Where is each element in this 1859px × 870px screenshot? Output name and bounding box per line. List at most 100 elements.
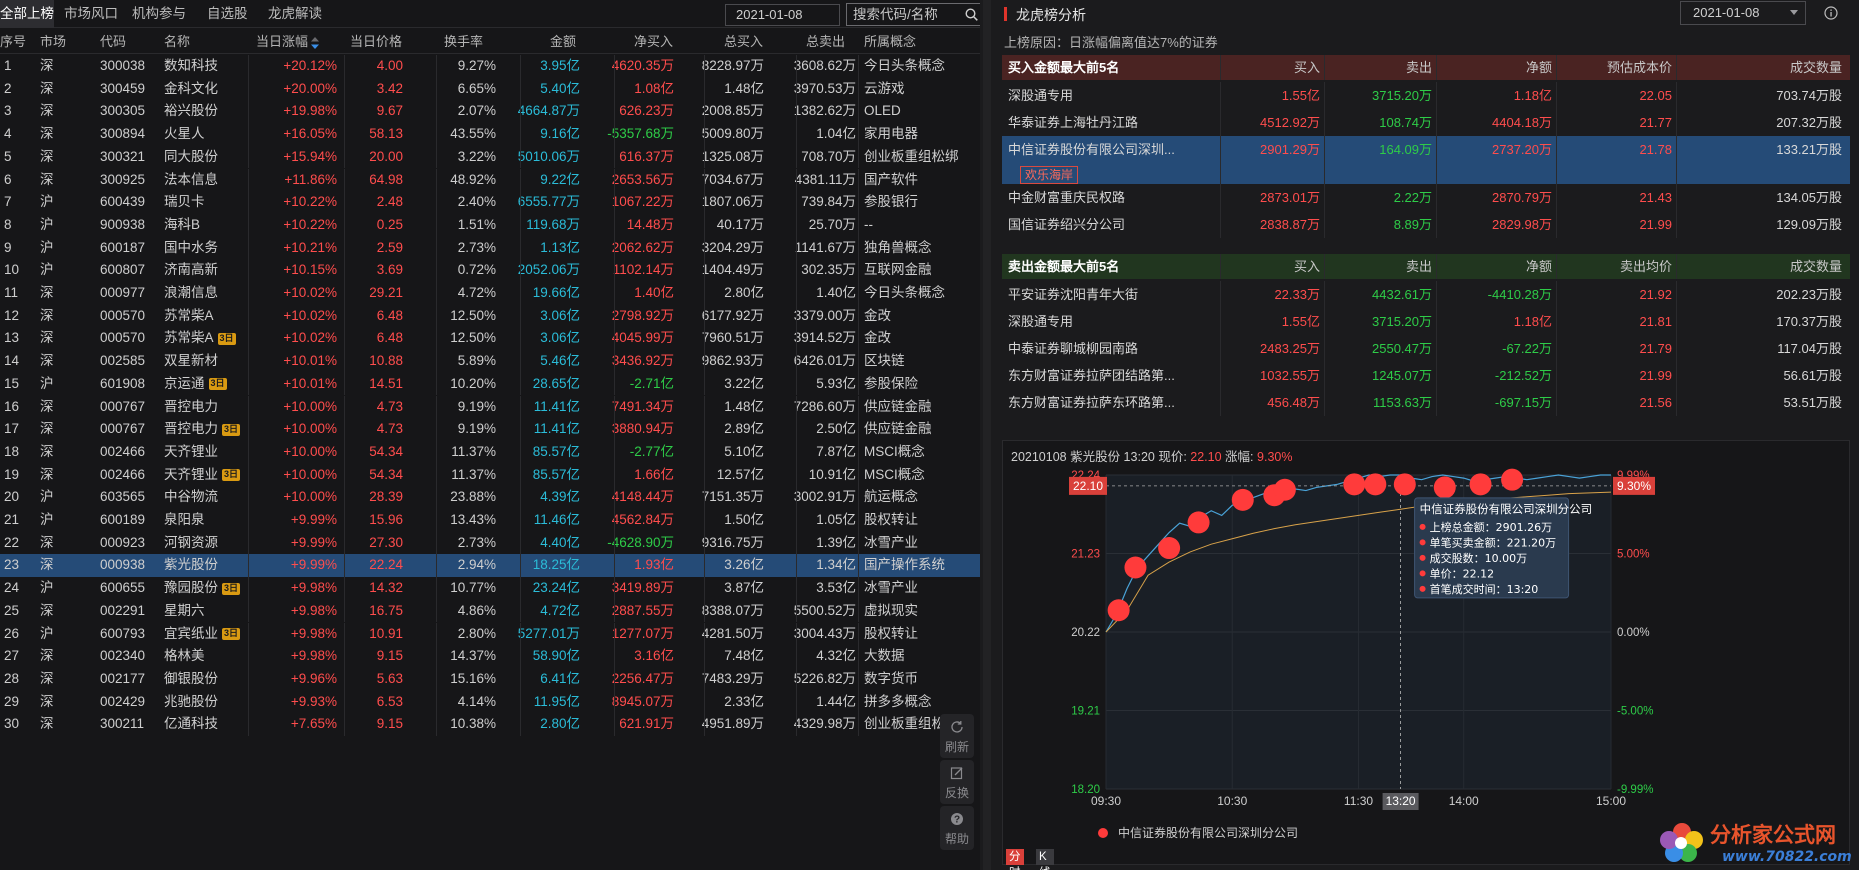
intraday-chart-canvas[interactable]: 22.24 9.99%21.23 5.00%20.22 0.00%19.21 -5.00… bbox=[1003, 441, 1851, 866]
trade-marker bbox=[1501, 468, 1524, 491]
table-row[interactable]: 26 沪 600793 宜宾纸业 3日 +9.98% 10.91 2.80% 5277.01万 1… bbox=[0, 622, 980, 646]
table-row[interactable]: 8 沪 900938 海科B +10.22% 0.25 1.51% 119.68万 14.48万… bbox=[0, 213, 980, 237]
lhb-col-header[interactable]: 卖出均价 bbox=[1620, 254, 1672, 279]
col-amount[interactable]: 金额 bbox=[550, 30, 576, 54]
lhb-col-header[interactable]: 预估成本价 bbox=[1607, 55, 1672, 80]
refresh-button[interactable]: 刷新 bbox=[940, 714, 974, 758]
analysis-date-select[interactable]: 2021-01-08 bbox=[1680, 1, 1806, 25]
table-row[interactable]: 6 深 300925 法本信息 +11.86% 64.98 48.92% 9.22亿 2653.… bbox=[0, 168, 980, 192]
col-price[interactable]: 当日价格 bbox=[350, 30, 402, 54]
table-row[interactable]: 15 沪 601908 京运通 3日 +10.01% 14.51 10.20% 28.65亿 -2… bbox=[0, 372, 980, 396]
table-row[interactable]: 21 沪 600189 泉阳泉 +9.99% 15.96 13.43% 11.46亿 4562.… bbox=[0, 509, 980, 532]
tab-all-listed[interactable]: 全部上榜 bbox=[0, 0, 54, 28]
help-button[interactable]: ? 帮助 bbox=[940, 806, 974, 850]
feedback-button[interactable]: 反换 bbox=[940, 760, 974, 804]
lhb-broker-row[interactable]: 华泰证券上海牡丹江路 4512.92万 108.74万 4404.18万 21.77 20… bbox=[1002, 109, 1850, 136]
table-row[interactable]: 28 深 002177 御银股份 +9.96% 5.63 15.16% 6.41亿 2256.4… bbox=[0, 667, 980, 691]
col-name[interactable]: 名称 bbox=[164, 30, 190, 54]
lhb-broker-row[interactable]: 中金财富重庆民权路 2873.01万 2.22万 2870.79万 21.43 134.0… bbox=[1002, 184, 1850, 211]
table-row[interactable]: 29 深 002429 兆驰股份 +9.93% 6.53 4.14% 11.95亿 8945.0… bbox=[0, 690, 980, 714]
lhb-col-header[interactable]: 买入 bbox=[1294, 55, 1320, 80]
sort-desc-icon[interactable] bbox=[311, 36, 320, 49]
tab-lhb-analysis[interactable]: 龙虎解读 bbox=[268, 0, 322, 28]
current-pct-tag: 9.30% bbox=[1617, 479, 1651, 493]
table-row[interactable]: 4 深 300894 火星人 +16.05% 58.13 43.55% 9.16亿 -5357.… bbox=[0, 123, 980, 146]
trade-tooltip-line: 成交股数：10.00万 bbox=[1430, 551, 1528, 565]
column-separator bbox=[436, 486, 437, 509]
row-name-text: 宜宾纸业 bbox=[164, 625, 218, 641]
row-code: 300211 bbox=[100, 716, 145, 732]
table-row[interactable]: 9 沪 600187 国中水务 +10.21% 2.59 2.73% 1.13亿 2062.62… bbox=[0, 236, 980, 260]
table-row[interactable]: 10 沪 600807 济南高新 +10.15% 3.69 0.72% 2052.06万 110… bbox=[0, 259, 980, 282]
column-separator bbox=[248, 554, 249, 578]
table-row[interactable]: 19 深 002466 天齐锂业 3日 +10.00% 54.34 11.37% 85.57亿 1… bbox=[0, 463, 980, 487]
table-row[interactable]: 3 深 300305 裕兴股份 +19.98% 9.67 2.07% 4664.87万 626.… bbox=[0, 100, 980, 124]
tab-kline[interactable]: K线 bbox=[1036, 849, 1054, 870]
lhb-col-header[interactable]: 成交数量 bbox=[1790, 254, 1842, 279]
table-row[interactable]: 25 深 002291 星期六 +9.98% 16.75 4.86% 4.72亿 2887.55… bbox=[0, 599, 980, 623]
lhb-col-header[interactable]: 卖出 bbox=[1406, 254, 1432, 279]
info-icon[interactable] bbox=[1824, 6, 1838, 20]
table-row[interactable]: 24 沪 600655 豫园股份 3日 +9.98% 14.32 10.77% 23.24亿 34… bbox=[0, 577, 980, 600]
table-row[interactable]: 2 深 300459 金科文化 +20.00% 3.42 6.65% 5.40亿 1.08亿 1.… bbox=[0, 77, 980, 101]
col-net-buy[interactable]: 净买入 bbox=[634, 30, 673, 54]
search-icon[interactable] bbox=[965, 8, 978, 21]
table-row[interactable]: 12 深 000570 苏常柴A +10.02% 6.48 12.50% 3.06亿 2798.… bbox=[0, 304, 980, 328]
col-change[interactable]: 当日涨幅 bbox=[256, 30, 320, 54]
col-total-buy[interactable]: 总买入 bbox=[724, 30, 763, 54]
column-separator bbox=[858, 531, 859, 555]
table-row[interactable]: 23 深 000938 紫光股份 +9.99% 22.24 2.94% 18.25亿 1.93亿… bbox=[0, 554, 980, 578]
table-row[interactable]: 1 深 300038 数知科技 +20.12% 4.00 9.27% 3.95亿 4620.35… bbox=[0, 55, 980, 78]
chevron-down-icon[interactable] bbox=[1790, 10, 1798, 15]
row-index: 17 bbox=[4, 421, 20, 437]
lhb-col-header[interactable]: 净额 bbox=[1526, 55, 1552, 80]
table-row[interactable]: 11 深 000977 浪潮信息 +10.02% 29.21 4.72% 19.66亿 1.40… bbox=[0, 282, 980, 305]
col-total-sell[interactable]: 总卖出 bbox=[806, 30, 845, 54]
lhb-broker-row[interactable]: 中信证券股份有限公司深圳... 2901.29万 164.09万 2737.20万 21… bbox=[1002, 136, 1850, 184]
lhb-col-header[interactable]: 净额 bbox=[1526, 254, 1552, 279]
col-market[interactable]: 市场 bbox=[40, 30, 66, 54]
table-row[interactable]: 16 深 000767 晋控电力 +10.00% 4.73 9.19% 11.41亿 7491.… bbox=[0, 395, 980, 419]
tab-intraday[interactable]: 分时 bbox=[1006, 849, 1024, 870]
search-input[interactable] bbox=[846, 3, 980, 26]
column-separator bbox=[436, 123, 437, 146]
row-market: 深 bbox=[40, 648, 54, 664]
table-row[interactable]: 14 深 002585 双星新材 +10.01% 10.88 5.89% 5.46亿 3436.… bbox=[0, 350, 980, 373]
table-row[interactable]: 30 深 300211 亿通科技 +7.65% 9.15 10.38% 2.80亿 621.91… bbox=[0, 713, 980, 736]
row-net-buy: -5357.68万 bbox=[607, 126, 674, 142]
date-picker[interactable]: 2021-01-08 bbox=[725, 4, 840, 26]
table-row[interactable]: 22 深 000923 河钢资源 +9.99% 27.30 2.73% 4.40亿 -4628.… bbox=[0, 531, 980, 555]
lhb-broker-row[interactable]: 中泰证券聊城柳园南路 2483.25万 2550.47万 -67.22万 21.79 11… bbox=[1002, 335, 1850, 362]
table-row[interactable]: 13 深 000570 苏常柴A 3日 +10.02% 6.48 12.50% 3.06亿 404… bbox=[0, 327, 980, 351]
tab-watchlist[interactable]: 自选股 bbox=[207, 0, 248, 28]
table-row[interactable]: 20 沪 603565 中谷物流 +10.00% 28.39 23.88% 4.39亿 4148… bbox=[0, 486, 980, 509]
y-tick-label: 19.21 bbox=[1071, 706, 1100, 718]
lhb-col-header[interactable]: 卖出 bbox=[1406, 55, 1432, 80]
table-row[interactable]: 5 深 300321 同大股份 +15.94% 20.00 3.22% 5010.06万 616… bbox=[0, 145, 980, 169]
column-separator bbox=[614, 213, 615, 237]
column-separator bbox=[344, 690, 345, 714]
panel-splitter[interactable] bbox=[983, 0, 991, 870]
col-index[interactable]: 序号 bbox=[0, 30, 26, 54]
lhb-broker-row[interactable]: 国信证券绍兴分公司 2838.87万 8.89万 2829.98万 21.99 129.0… bbox=[1002, 211, 1850, 238]
row-market: 深 bbox=[40, 80, 54, 96]
column-separator bbox=[1324, 136, 1325, 184]
row-name: 数知科技 bbox=[164, 55, 218, 78]
table-row[interactable]: 7 沪 600439 瑞贝卡 +10.22% 2.48 2.40% 6555.77万 1067.… bbox=[0, 191, 980, 214]
lhb-col-header[interactable]: 成交数量 bbox=[1790, 55, 1842, 80]
row-turnover: 10.38% bbox=[450, 716, 496, 732]
tab-institution[interactable]: 机构参与 bbox=[132, 0, 186, 28]
col-turnover[interactable]: 换手率 bbox=[444, 30, 483, 54]
table-row[interactable]: 18 深 002466 天齐锂业 +10.00% 54.34 11.37% 85.57亿 -2.… bbox=[0, 440, 980, 464]
table-row[interactable]: 27 深 002340 格林美 +9.98% 9.15 14.37% 58.90亿 3.16亿 7… bbox=[0, 645, 980, 668]
lhb-broker-row[interactable]: 东方财富证券拉萨东环路第... 456.48万 1153.63万 -697.15万 21… bbox=[1002, 389, 1850, 416]
table-row[interactable]: 17 深 000767 晋控电力 3日 +10.00% 4.73 9.19% 11.41亿 388… bbox=[0, 418, 980, 441]
lhb-broker-row[interactable]: 深股通专用 1.55亿 3715.20万 1.18亿 22.05 703.74万股 bbox=[1002, 82, 1850, 109]
lhb-broker-row[interactable]: 东方财富证券拉萨团结路第... 1032.55万 1245.07万 -212.52万 2… bbox=[1002, 362, 1850, 389]
col-code[interactable]: 代码 bbox=[100, 30, 126, 54]
lhb-broker-row[interactable]: 深股通专用 1.55亿 3715.20万 1.18亿 21.81 170.37万股 bbox=[1002, 308, 1850, 335]
col-concept[interactable]: 所属概念 bbox=[864, 30, 916, 54]
lhb-col-header[interactable]: 买入 bbox=[1294, 254, 1320, 279]
tab-market-trend[interactable]: 市场风口 bbox=[64, 0, 118, 28]
lhb-broker-row[interactable]: 平安证券沈阳青年大街 22.33万 4432.61万 -4410.28万 21.92 20… bbox=[1002, 281, 1850, 308]
